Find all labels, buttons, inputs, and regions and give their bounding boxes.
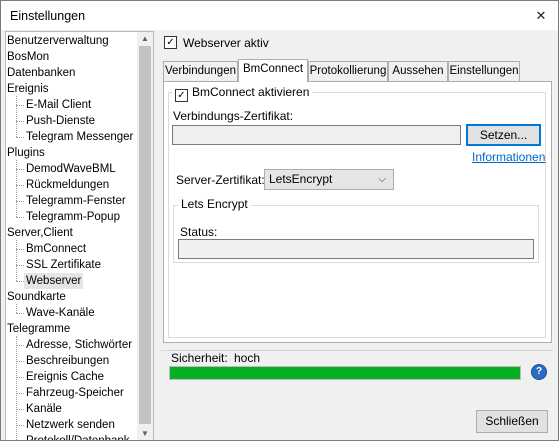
tree-category[interactable]: Ereignis	[7, 81, 49, 97]
status-label: Status:	[180, 225, 218, 239]
tree-connector	[16, 240, 17, 281]
scroll-thumb[interactable]	[139, 46, 151, 424]
cert-field[interactable]	[172, 125, 461, 145]
tree-item[interactable]: Telegramm-Fenster	[26, 193, 126, 209]
status-field	[178, 239, 534, 259]
tree-category[interactable]: Plugins	[7, 145, 45, 161]
tree-category[interactable]: Soundkarte	[7, 289, 66, 305]
scroll-down-icon[interactable]: ▼	[137, 427, 153, 440]
tree-item[interactable]: Kanäle	[26, 401, 62, 417]
tree-connector	[16, 313, 24, 314]
bmconnect-activate-label: BmConnect aktivieren	[192, 85, 310, 99]
tab-protokollierung[interactable]: Protokollierung	[308, 61, 388, 81]
tree-item[interactable]: Wave-Kanäle	[26, 305, 95, 321]
scroll-up-icon[interactable]: ▲	[137, 32, 153, 45]
letsencrypt-group-title: Lets Encrypt	[178, 197, 251, 211]
tree-connector	[16, 105, 24, 106]
tree-item[interactable]: E-Mail Client	[26, 97, 91, 113]
tree-connector	[16, 336, 17, 440]
tree-item[interactable]: Beschreibungen	[26, 353, 109, 369]
security-value: hoch	[234, 351, 261, 365]
tree-connector	[16, 169, 24, 170]
tree-item[interactable]: BmConnect	[26, 241, 86, 257]
tab-verbindungen[interactable]: Verbindungen	[163, 61, 238, 81]
tree-item[interactable]: Protokoll/Datenbank	[26, 433, 130, 440]
tree-item[interactable]: Netzwerk senden	[26, 417, 115, 433]
tree-item[interactable]: Webserver	[24, 273, 84, 289]
tree-category[interactable]: Server,Client	[7, 225, 73, 241]
close-button[interactable]: Schließen	[476, 410, 548, 433]
bmconnect-group-header: ✓ BmConnect aktivieren	[172, 85, 313, 102]
close-icon[interactable]: ✕	[524, 1, 558, 30]
tree-item[interactable]: Rückmeldungen	[26, 177, 109, 193]
tree-item[interactable]: Telegram Messenger	[26, 129, 133, 145]
help-icon[interactable]: ?	[532, 365, 546, 379]
tree-connector	[16, 185, 24, 186]
tree-item[interactable]: SSL Zertifikate	[26, 257, 101, 273]
info-link[interactable]: Informationen	[472, 150, 545, 164]
tree-item[interactable]: Fahrzeug-Speicher	[26, 385, 124, 401]
webserver-active-label: Webserver aktiv	[183, 36, 269, 50]
settings-tree[interactable]: Benutzerverwaltung BosMon Datenbanken Ereig…	[5, 31, 154, 440]
bmconnect-activate-checkbox[interactable]: ✓	[175, 89, 188, 102]
tree-connector	[16, 96, 17, 137]
tree-item[interactable]: Telegramm-Popup	[26, 209, 120, 225]
server-cert-label: Server-Zertifikat:	[176, 173, 265, 187]
settings-window: Einstellungen ✕ Benutzerverwaltung BosMon…	[0, 0, 559, 441]
tree-connector	[16, 121, 24, 122]
tree-connector	[16, 201, 24, 202]
tree-connector	[16, 265, 24, 266]
title-bar: Einstellungen ✕	[1, 1, 558, 30]
tree-category[interactable]: Benutzerverwaltung	[7, 33, 109, 49]
set-cert-button[interactable]: Setzen...	[466, 124, 541, 146]
server-cert-select[interactable]: LetsEncrypt ⌵	[264, 169, 394, 190]
tab-aussehen[interactable]: Aussehen	[388, 61, 448, 81]
tree-item[interactable]: Adresse, Stichwörter	[26, 337, 132, 353]
tab-einstellungen[interactable]: Einstellungen	[448, 61, 520, 81]
tree-connector	[16, 160, 17, 217]
server-cert-value: LetsEncrypt	[269, 172, 333, 186]
tree-connector	[16, 345, 24, 346]
tree-connector	[16, 409, 24, 410]
security-progress-fill	[170, 367, 520, 379]
chevron-down-icon: ⌵	[378, 174, 386, 185]
tree-connector	[16, 249, 24, 250]
tree-connector	[16, 304, 17, 313]
tree-connector	[16, 393, 24, 394]
tree-connector	[16, 137, 24, 138]
window-title: Einstellungen	[10, 9, 86, 23]
tree-connector	[16, 281, 24, 282]
webserver-active-checkbox[interactable]: ✓	[164, 36, 177, 49]
tree-category[interactable]: Datenbanken	[7, 65, 75, 81]
security-progress-bar	[169, 366, 521, 380]
bmconnect-tab-panel: ✓ BmConnect aktivieren Verbindungs-Zertif…	[163, 81, 552, 343]
tree-connector	[16, 361, 24, 362]
tree-connector	[16, 217, 24, 218]
security-label: Sicherheit:	[171, 351, 228, 365]
tree-item[interactable]: Ereignis Cache	[26, 369, 104, 385]
tree-item[interactable]: DemodWaveBML	[26, 161, 116, 177]
cert-label: Verbindungs-Zertifikat:	[173, 109, 294, 123]
tab-bmconnect[interactable]: BmConnect	[238, 59, 308, 82]
tree-item[interactable]: Push-Dienste	[26, 113, 95, 129]
tree-category[interactable]: BosMon	[7, 49, 49, 65]
tree-category[interactable]: Telegramme	[7, 321, 70, 337]
tree-scrollbar[interactable]: ▲ ▼	[137, 32, 153, 440]
tree-connector	[16, 377, 24, 378]
tree-connector	[16, 425, 24, 426]
